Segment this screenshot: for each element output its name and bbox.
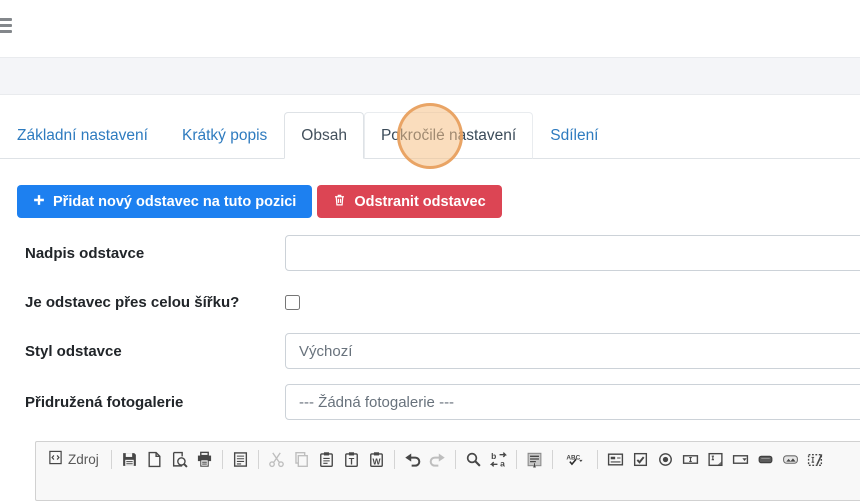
toolbar-separator	[516, 450, 517, 469]
find-icon	[465, 451, 482, 468]
plus-icon	[33, 194, 45, 210]
paragraph-title-input[interactable]	[285, 235, 860, 271]
select-field-icon	[732, 451, 749, 468]
hidden-field-button[interactable]	[803, 447, 828, 471]
templates-button[interactable]	[228, 447, 253, 471]
paragraph-style-select[interactable]: Výchozí	[285, 333, 860, 369]
field-row-fullwidth: Je odstavec přes celou šířku?	[25, 292, 860, 312]
form-icon	[607, 451, 624, 468]
svg-text:ABC: ABC	[567, 454, 581, 461]
field-row-styl: Styl odstavce Výchozí	[25, 333, 860, 369]
textarea-field-icon	[707, 451, 724, 468]
full-width-checkbox[interactable]	[285, 295, 300, 310]
text-field-button[interactable]	[678, 447, 703, 471]
textarea-field-button[interactable]	[703, 447, 728, 471]
undo-icon	[404, 451, 421, 468]
toolbar-separator	[455, 450, 456, 469]
toolbar-strip	[0, 57, 860, 95]
print-button[interactable]	[192, 447, 217, 471]
find-button[interactable]	[461, 447, 486, 471]
tab-sdileni[interactable]: Sdílení	[533, 112, 615, 159]
checkbox-field-icon	[632, 451, 649, 468]
paste-text-button[interactable]: T	[339, 447, 364, 471]
cut-button	[264, 447, 289, 471]
field-label: Styl odstavce	[25, 343, 285, 360]
field-row-fotogalerie: Přidružená fotogalerie --- Žádná fotogal…	[25, 384, 860, 420]
undo-button[interactable]	[400, 447, 425, 471]
new-page-icon	[146, 451, 163, 468]
photo-gallery-select[interactable]: --- Žádná fotogalerie ---	[285, 384, 860, 420]
paragraph-actions: Přidat nový odstavec na tuto pozici Odst…	[17, 185, 860, 218]
copy-icon	[293, 451, 310, 468]
trash-icon	[333, 193, 346, 211]
toolbar-separator	[394, 450, 395, 469]
image-button-icon	[782, 451, 799, 468]
paste-from-word-button[interactable]: W	[364, 447, 389, 471]
form-button[interactable]	[603, 447, 628, 471]
text-field-icon	[682, 451, 699, 468]
field-label: Nadpis odstavce	[25, 245, 285, 262]
templates-icon	[232, 451, 249, 468]
select-all-button[interactable]	[522, 447, 547, 471]
top-bar	[0, 0, 860, 57]
tab-pokrocile-nastaveni[interactable]: Pokročilé nastavení	[364, 112, 533, 159]
checkbox-field-button[interactable]	[628, 447, 653, 471]
replace-icon: ba	[490, 451, 507, 468]
field-label: Přidružená fotogalerie	[25, 394, 285, 411]
svg-text:T: T	[349, 456, 355, 466]
replace-button[interactable]: ba	[486, 447, 511, 471]
paste-from-word-icon: W	[368, 451, 385, 468]
tab-obsah[interactable]: Obsah	[284, 112, 364, 159]
svg-text:W: W	[372, 456, 381, 466]
select-field-button[interactable]	[728, 447, 753, 471]
toolbar-separator	[597, 450, 598, 469]
print-icon	[196, 451, 213, 468]
toolbar-separator	[111, 450, 112, 469]
redo-button	[425, 447, 450, 471]
add-paragraph-button[interactable]: Přidat nový odstavec na tuto pozici	[17, 185, 312, 218]
save-icon	[121, 451, 138, 468]
svg-text:a: a	[500, 458, 505, 468]
spell-check-button[interactable]: ABC	[558, 447, 592, 471]
field-label: Je odstavec přes celou šířku?	[25, 294, 285, 311]
tab-kratky-popis[interactable]: Krátký popis	[165, 112, 284, 159]
richtext-editor-toolbar: Zdroj T W	[35, 441, 860, 501]
preview-button[interactable]	[167, 447, 192, 471]
preview-icon	[171, 451, 188, 468]
source-icon	[48, 450, 63, 468]
new-page-button[interactable]	[142, 447, 167, 471]
save-button[interactable]	[117, 447, 142, 471]
tab-content: Přidat nový odstavec na tuto pozici Odst…	[0, 185, 860, 501]
tab-zakladni-nastaveni[interactable]: Základní nastavení	[0, 112, 165, 159]
cut-icon	[268, 451, 285, 468]
paste-icon	[318, 451, 335, 468]
button-field-icon	[757, 451, 774, 468]
paste-text-icon: T	[343, 451, 360, 468]
radio-field-icon	[657, 451, 674, 468]
toolbar-separator	[222, 450, 223, 469]
svg-text:b: b	[491, 451, 496, 461]
hamburger-menu-icon[interactable]	[0, 18, 12, 36]
toolbar-separator	[552, 450, 553, 469]
field-row-nadpis: Nadpis odstavce	[25, 235, 860, 271]
redo-icon	[429, 451, 446, 468]
image-button-button[interactable]	[778, 447, 803, 471]
source-button[interactable]: Zdroj	[41, 447, 106, 471]
toolbar-separator	[258, 450, 259, 469]
tab-bar: Základní nastavení Krátký popis Obsah Po…	[0, 112, 860, 159]
spell-check-icon: ABC	[566, 451, 583, 468]
paste-button[interactable]	[314, 447, 339, 471]
hidden-field-icon	[807, 451, 824, 468]
radio-field-button[interactable]	[653, 447, 678, 471]
select-all-icon	[526, 451, 543, 468]
copy-button	[289, 447, 314, 471]
button-field-button[interactable]	[753, 447, 778, 471]
remove-paragraph-button[interactable]: Odstranit odstavec	[317, 185, 501, 218]
